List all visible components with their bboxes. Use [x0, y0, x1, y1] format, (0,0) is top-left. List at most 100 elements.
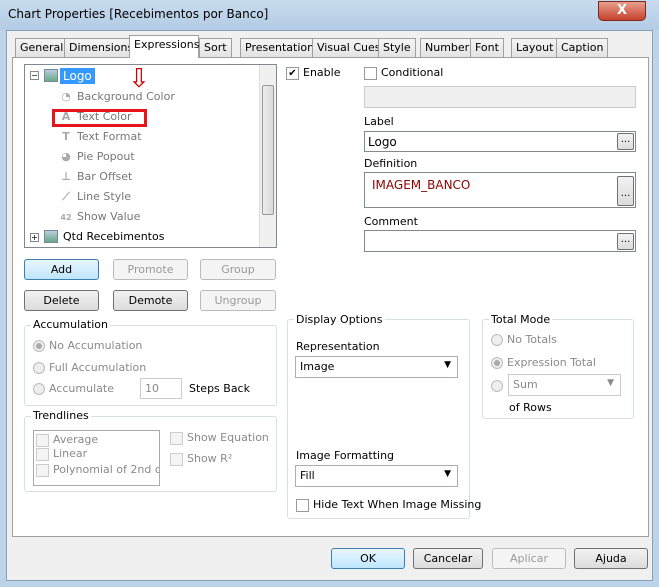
tree-item-background-color[interactable]: ◔ Background Color — [59, 88, 175, 106]
close-button[interactable]: X — [598, 1, 646, 21]
tree-item-qtd-recebimentos[interactable]: Qtd Recebimentos — [63, 230, 164, 243]
representation-label: Representation — [296, 340, 380, 353]
definition-value: IMAGEM_BANCO — [372, 178, 471, 192]
tree-item-pie-popout[interactable]: ◕ Pie Popout — [59, 148, 135, 166]
label-value: Logo — [368, 135, 397, 149]
group-title: Trendlines — [31, 409, 91, 422]
checkbox-label: Show R² — [187, 452, 233, 465]
ungroup-button[interactable]: Ungroup — [200, 290, 276, 311]
tree-item-logo[interactable]: Logo — [60, 68, 95, 84]
group-button[interactable]: Group — [200, 259, 276, 280]
full-accumulation-radio[interactable]: Full Accumulation — [33, 361, 146, 374]
tab-dimensions[interactable]: Dimensions — [64, 38, 139, 57]
definition-input[interactable]: IMAGEM_BANCO — [364, 172, 636, 208]
trendline-linear[interactable]: Linear — [34, 447, 159, 463]
tab-font[interactable]: Font — [470, 38, 504, 57]
sum-radio[interactable] — [491, 379, 507, 392]
radio-label: Expression Total — [507, 356, 596, 369]
image-icon — [44, 69, 58, 82]
tab-general[interactable]: General — [15, 38, 69, 57]
group-title: Accumulation — [31, 318, 110, 331]
pie-icon: ◕ — [61, 150, 71, 163]
demote-button[interactable]: Demote — [113, 290, 188, 311]
trendline-polynomial[interactable]: Polynomial of 2nd d — [34, 463, 159, 479]
checkbox-label: Conditional — [381, 66, 444, 79]
show-equation-checkbox[interactable]: Show Equation — [170, 431, 269, 445]
tree-label: Bar Offset — [77, 170, 133, 183]
tree-label: Show Value — [77, 210, 141, 223]
tree-item-line-style[interactable]: ⟋ Line Style — [59, 188, 131, 206]
comment-input[interactable] — [364, 230, 636, 252]
scrollbar-thumb[interactable] — [262, 85, 274, 215]
tab-presentation[interactable]: Presentation — [240, 38, 320, 57]
tab-sort[interactable]: Sort — [199, 38, 232, 57]
tree-scrollbar[interactable] — [259, 65, 276, 247]
delete-button[interactable]: Delete — [24, 290, 99, 311]
tab-caption[interactable]: Caption — [556, 38, 609, 57]
comment-ellipsis-button[interactable]: ... — [617, 233, 634, 250]
definition-ellipsis-button[interactable]: ... — [617, 176, 634, 206]
condition-input[interactable] — [364, 86, 636, 108]
display-options-group: Display Options Representation Image ▼ Im… — [287, 313, 481, 519]
tree-item-bar-offset[interactable]: ⊥ Bar Offset — [59, 168, 132, 186]
select-value: Image — [300, 360, 335, 373]
expand-icon[interactable]: + — [30, 233, 39, 242]
tree-item-show-value[interactable]: 42 Show Value — [59, 208, 140, 226]
select-value: Fill — [300, 469, 315, 482]
add-button[interactable]: Add — [24, 259, 99, 280]
tree-label: Line Style — [77, 190, 132, 203]
show-r2-checkbox[interactable]: Show R² — [170, 452, 232, 466]
highlight-box — [52, 109, 147, 127]
chevron-down-icon: ▼ — [444, 360, 451, 370]
select-value: Sum — [513, 378, 538, 391]
tree-label: Background Color — [77, 90, 175, 103]
image-formatting-select[interactable]: Fill ▼ — [295, 465, 458, 487]
tree-item-text-format[interactable]: T Text Format — [59, 128, 142, 146]
tab-visual-cues[interactable]: Visual Cues — [312, 38, 386, 57]
steps-back-label: Steps Back — [189, 382, 250, 395]
checkbox-label: Enable — [303, 66, 341, 79]
help-button[interactable]: Ajuda — [574, 548, 648, 569]
ok-button[interactable]: OK — [331, 548, 405, 569]
enable-checkbox[interactable]: ✔ Enable — [286, 66, 340, 80]
tab-style[interactable]: Style — [378, 38, 416, 57]
conditional-checkbox[interactable]: Conditional — [364, 66, 443, 80]
tree-label: Text Format — [77, 130, 142, 143]
no-totals-radio[interactable]: No Totals — [491, 333, 557, 346]
radio-label: Full Accumulation — [49, 361, 147, 374]
group-title: Display Options — [294, 313, 385, 326]
group-title: Total Mode — [489, 313, 553, 326]
checkbox-label: Show Equation — [187, 431, 269, 444]
chevron-down-icon: ▼ — [607, 378, 614, 388]
trendline-average[interactable]: Average — [34, 431, 159, 447]
representation-select[interactable]: Image ▼ — [295, 356, 458, 378]
of-rows-label: of Rows — [509, 401, 552, 414]
tab-expressions[interactable]: Expressions — [129, 35, 199, 58]
no-accumulation-radio[interactable]: No Accumulation — [33, 339, 142, 352]
stepper-value: 10 — [145, 382, 159, 395]
checkbox-label: Hide Text When Image Missing — [313, 498, 482, 511]
trendlines-list[interactable]: Average Linear Polynomial of 2nd d — [33, 430, 160, 486]
item-label: Linear — [53, 447, 88, 460]
expression-total-radio[interactable]: Expression Total — [491, 356, 596, 369]
annotation-arrow: ⇩ — [128, 64, 150, 94]
tab-layout[interactable]: Layout — [511, 38, 559, 57]
chevron-down-icon: ▼ — [444, 469, 451, 479]
promote-button[interactable]: Promote — [113, 259, 188, 280]
collapse-icon[interactable]: − — [30, 71, 39, 80]
accumulate-radio[interactable]: Accumulate — [33, 382, 114, 395]
sum-select[interactable]: Sum ▼ — [508, 374, 621, 396]
label-ellipsis-button[interactable]: ... — [617, 133, 634, 150]
cancel-button[interactable]: Cancelar — [413, 548, 483, 569]
label-title: Label — [364, 115, 394, 128]
radio-label: No Accumulation — [49, 339, 143, 352]
tab-number[interactable]: Number — [420, 38, 475, 57]
total-mode-group: Total Mode No Totals Expression Total Su… — [482, 313, 634, 419]
radio-label: No Totals — [507, 333, 557, 346]
label-input[interactable]: Logo — [364, 131, 636, 152]
palette-icon: ◔ — [61, 90, 71, 103]
expression-tree[interactable]: − Logo ◔ Background Color A Text Color T Te… — [24, 64, 277, 248]
steps-back-stepper[interactable]: 10 — [140, 378, 182, 399]
apply-button[interactable]: Aplicar — [492, 548, 566, 569]
hide-text-checkbox[interactable]: Hide Text When Image Missing — [296, 498, 481, 512]
